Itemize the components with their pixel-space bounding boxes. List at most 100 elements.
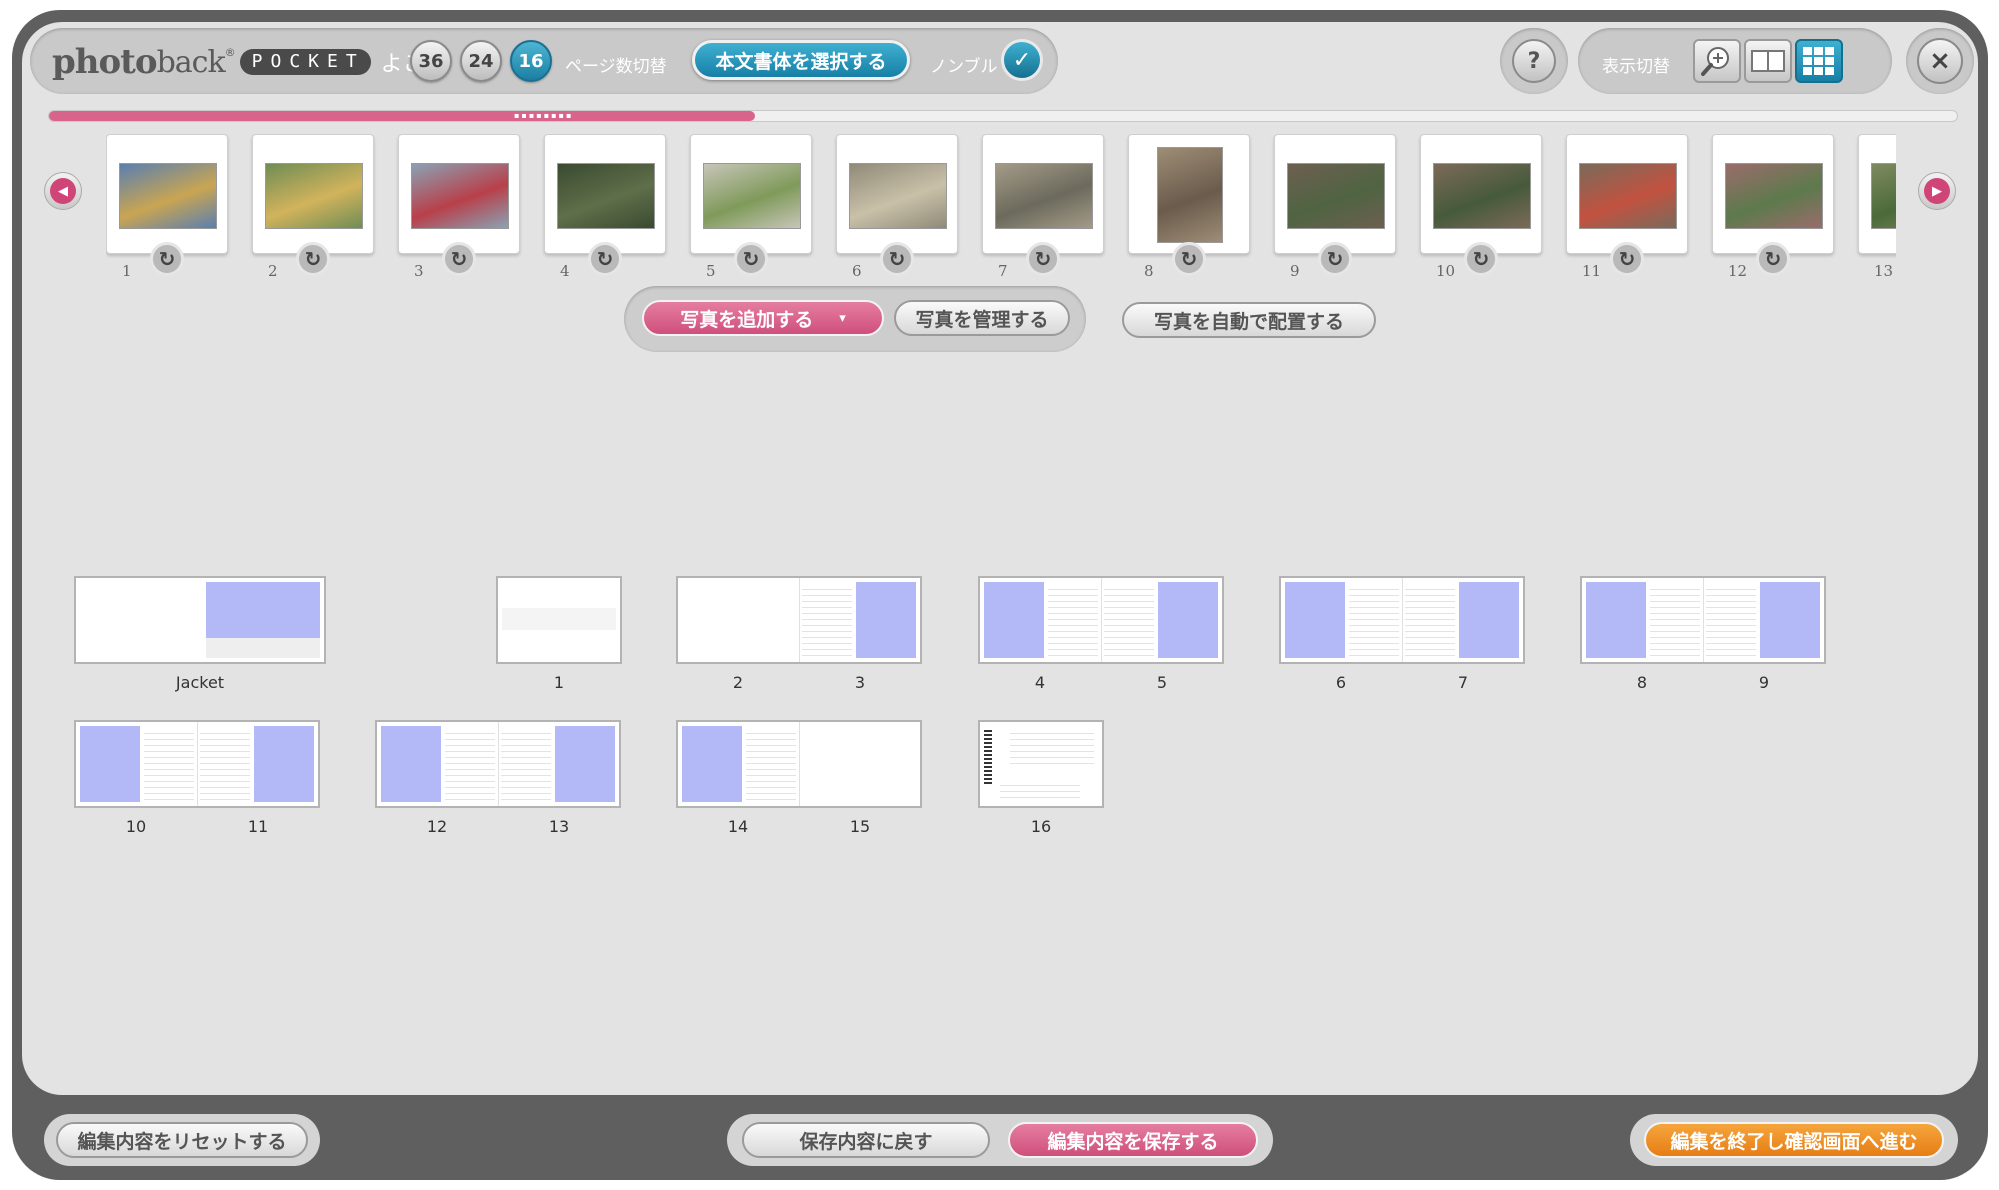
photo-number: 4 — [560, 262, 570, 280]
page-count-24-button[interactable]: 24 — [460, 40, 502, 82]
photo-thumbnail[interactable]: ↻ 10 — [1420, 134, 1542, 280]
photo-card — [982, 134, 1104, 254]
photo-thumbnail[interactable]: ↻ 5 — [690, 134, 812, 280]
photo-thumbnail[interactable]: ↻ 3 — [398, 134, 520, 280]
photo-number: 2 — [268, 262, 278, 280]
rotate-icon[interactable]: ↻ — [880, 242, 914, 276]
photo-card — [1420, 134, 1542, 254]
rotate-icon[interactable]: ↻ — [1026, 242, 1060, 276]
rotate-icon[interactable]: ↻ — [442, 242, 476, 276]
spread-gutter — [1101, 578, 1102, 662]
rotate-icon[interactable]: ↻ — [1610, 242, 1644, 276]
photo-number: 6 — [852, 262, 862, 280]
photo-placeholder — [381, 726, 441, 802]
arrow-right-icon: ▶ — [1924, 178, 1950, 204]
photo-placeholder — [682, 726, 742, 802]
photo-image — [995, 163, 1093, 229]
add-photos-button[interactable]: 写真を追加する ▾ — [642, 300, 884, 336]
photo-placeholder — [254, 726, 314, 802]
page-number-label: ノンブル — [930, 57, 998, 77]
photo-thumbnail[interactable]: ↻ 4 — [544, 134, 666, 280]
imprint-lines — [1000, 780, 1080, 800]
page-spread[interactable] — [978, 576, 1224, 664]
page-label: 3 — [854, 673, 866, 692]
page-spread[interactable] — [676, 720, 922, 808]
text-lines — [144, 728, 194, 802]
barcode-icon — [984, 730, 992, 786]
photo-thumbnail[interactable]: ↻ 1 — [106, 134, 228, 280]
rotate-icon[interactable]: ↻ — [1756, 242, 1790, 276]
rotate-icon[interactable]: ↻ — [734, 242, 768, 276]
photo-card — [544, 134, 666, 254]
page-label: 7 — [1457, 673, 1469, 692]
photo-thumbnail[interactable]: ↻ 12 — [1712, 134, 1834, 280]
finish-edit-button[interactable]: 編集を終了し確認画面へ進む — [1644, 1122, 1944, 1158]
photo-number: 9 — [1290, 262, 1300, 280]
page-spread[interactable] — [1279, 576, 1525, 664]
photo-image — [1579, 163, 1677, 229]
page-label: 10 — [125, 817, 147, 836]
spread-gutter — [1703, 578, 1704, 662]
text-lines — [1706, 584, 1756, 658]
help-button[interactable]: ? — [1512, 39, 1556, 83]
logo-text-back: back — [156, 44, 226, 80]
page-label: 9 — [1758, 673, 1770, 692]
spread-gutter — [799, 722, 800, 806]
zoom-view-button[interactable] — [1693, 39, 1741, 83]
close-button[interactable]: × — [1917, 38, 1963, 84]
strip-prev-button[interactable]: ◀ — [44, 172, 82, 210]
page-spread[interactable] — [676, 576, 922, 664]
photo-image — [1725, 163, 1823, 229]
photo-thumbnail[interactable]: ↻ 11 — [1566, 134, 1688, 280]
page-count-36-button[interactable]: 36 — [410, 40, 452, 82]
page-number-toggle[interactable]: ✓ — [1001, 39, 1043, 81]
page-spread[interactable] — [74, 720, 320, 808]
photo-image — [557, 163, 655, 229]
page-1[interactable] — [496, 576, 622, 664]
photo-image — [411, 163, 509, 229]
photo-number: 11 — [1582, 262, 1602, 280]
page-16[interactable] — [978, 720, 1104, 808]
logo: photo back ® POCKET よこ — [52, 42, 425, 82]
strip-next-button[interactable]: ▶ — [1918, 172, 1956, 210]
rotate-icon[interactable]: ↻ — [1318, 242, 1352, 276]
photo-card — [398, 134, 520, 254]
photo-number: 3 — [414, 262, 424, 280]
manage-photos-button[interactable]: 写真を管理する — [894, 300, 1070, 336]
photo-placeholder — [80, 726, 140, 802]
reset-button[interactable]: 編集内容をリセットする — [56, 1122, 308, 1158]
text-lines — [1349, 584, 1399, 658]
add-photos-label: 写真を追加する — [680, 308, 814, 331]
rotate-icon[interactable]: ↻ — [150, 242, 184, 276]
spread-view-button[interactable] — [1744, 39, 1792, 83]
view-switch-label: 表示切替 — [1602, 57, 1670, 77]
arrow-left-icon: ◀ — [50, 178, 76, 204]
jacket-spread[interactable] — [74, 576, 326, 664]
page-count-16-button[interactable]: 16 — [510, 40, 552, 82]
page-spread[interactable] — [1580, 576, 1826, 664]
photo-thumbnail[interactable]: ↻13 — [1858, 134, 1896, 280]
scroll-progress-bar[interactable]: ▪▪▪▪▪▪▪▪ — [48, 110, 1958, 122]
photo-thumbnail[interactable]: ↻ 6 — [836, 134, 958, 280]
photo-thumbnail[interactable]: ↻ 8 — [1128, 134, 1250, 280]
rotate-icon[interactable]: ↻ — [1172, 242, 1206, 276]
page-label: 13 — [548, 817, 570, 836]
rotate-icon[interactable]: ↻ — [1464, 242, 1498, 276]
grid-view-button[interactable] — [1795, 39, 1843, 83]
scroll-grip[interactable]: ▪▪▪▪▪▪▪▪ — [514, 112, 573, 120]
photo-number: 8 — [1144, 262, 1154, 280]
revert-button[interactable]: 保存内容に戻す — [742, 1122, 990, 1158]
select-font-button[interactable]: 本文書体を選択する — [692, 40, 910, 80]
save-button[interactable]: 編集内容を保存する — [1008, 1122, 1258, 1158]
rotate-icon[interactable]: ↻ — [296, 242, 330, 276]
photo-thumbnail[interactable]: ↻ 2 — [252, 134, 374, 280]
photo-card — [1712, 134, 1834, 254]
auto-place-button[interactable]: 写真を自動で配置する — [1122, 302, 1376, 338]
photo-card — [1858, 134, 1896, 254]
photo-thumbnail[interactable]: ↻ 7 — [982, 134, 1104, 280]
jacket-band — [206, 638, 320, 658]
photo-thumbnail[interactable]: ↻ 9 — [1274, 134, 1396, 280]
logo-pocket: POCKET — [239, 49, 371, 75]
page-spread[interactable] — [375, 720, 621, 808]
rotate-icon[interactable]: ↻ — [588, 242, 622, 276]
